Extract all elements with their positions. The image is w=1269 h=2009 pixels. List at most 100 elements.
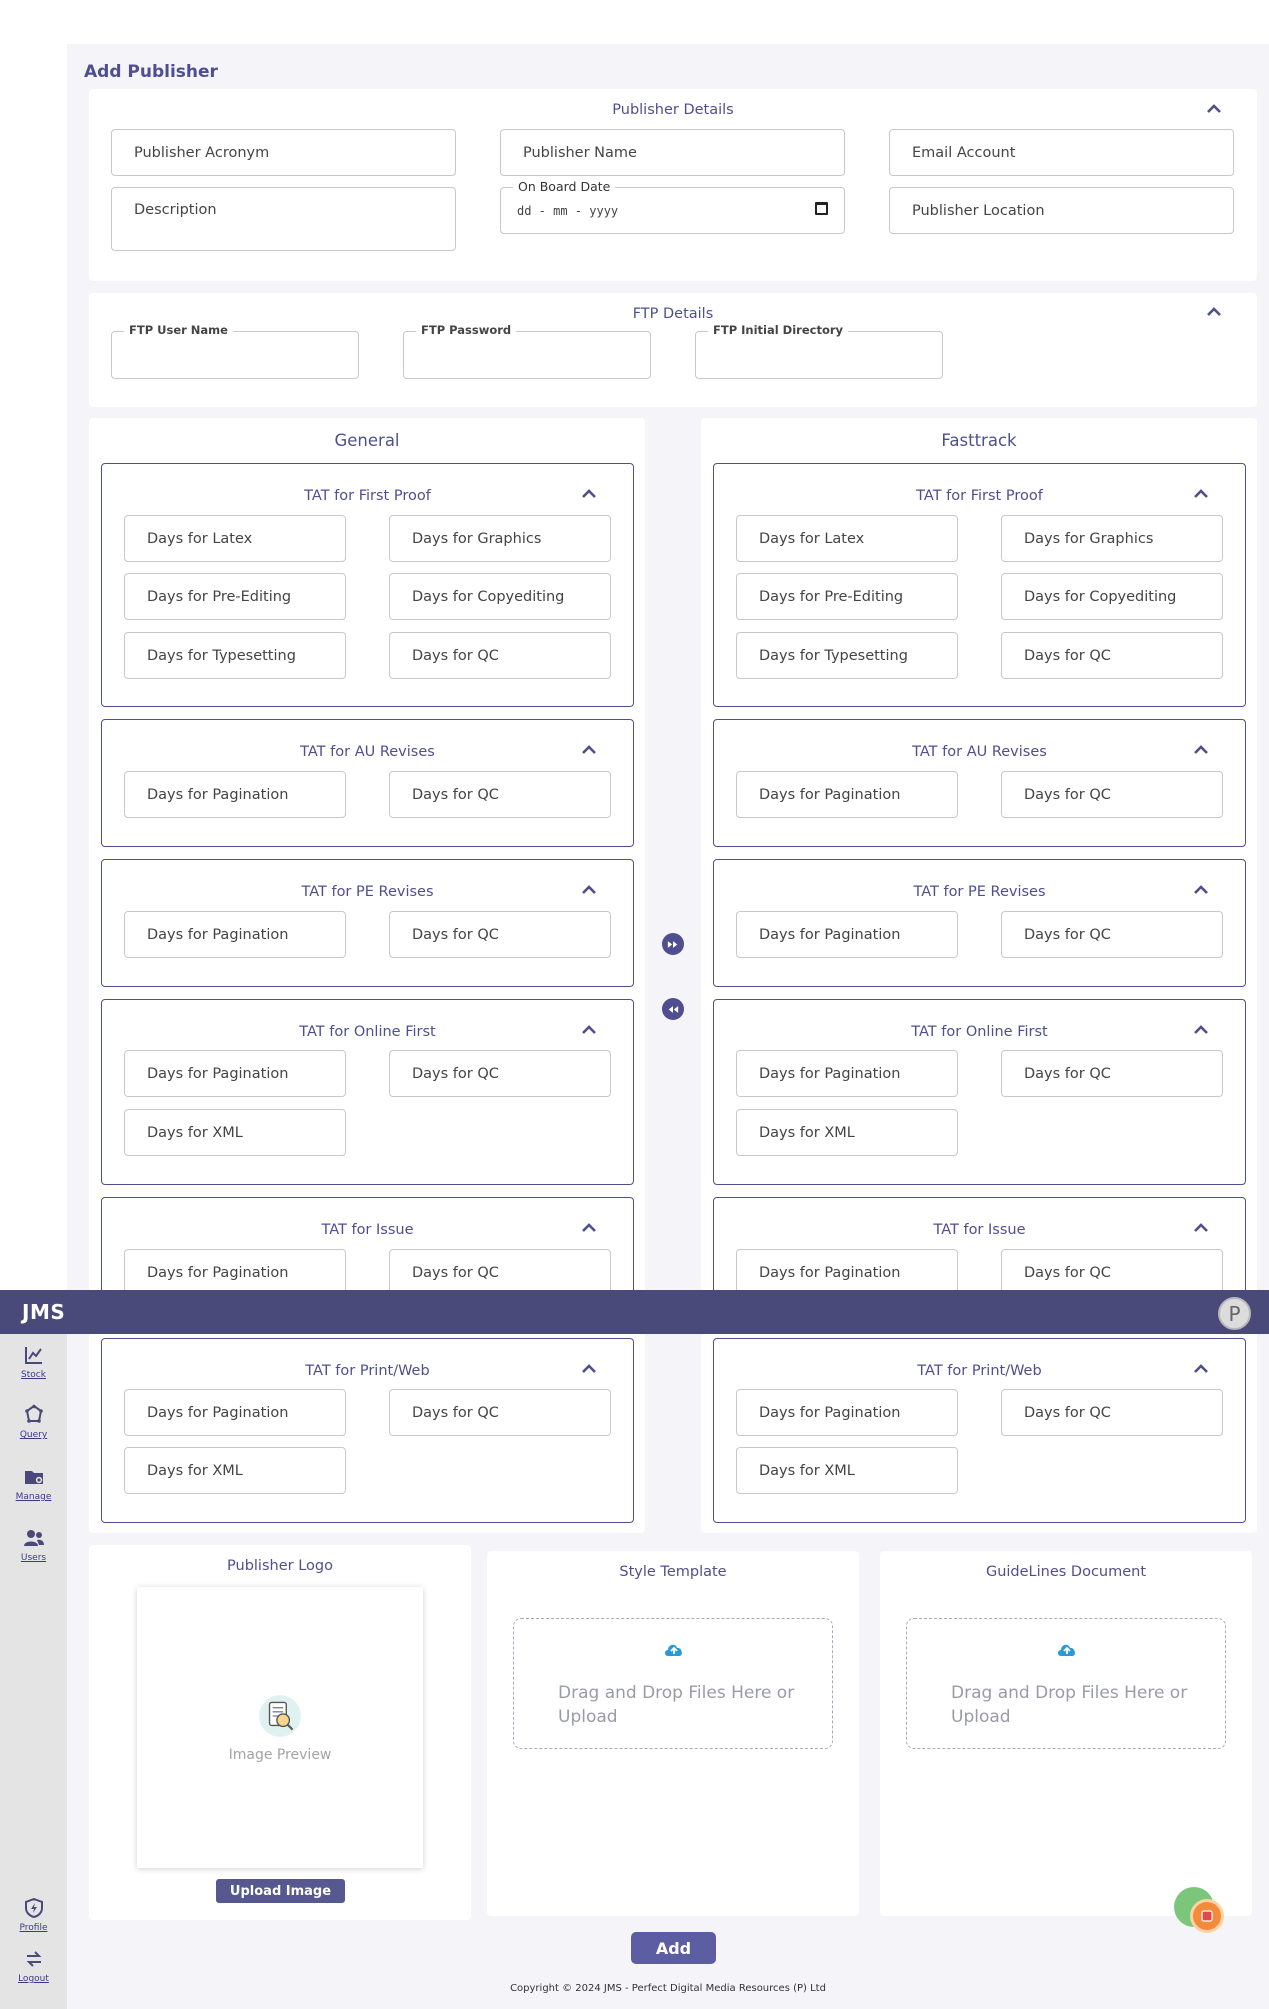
email-account-input[interactable]: Email Account <box>889 129 1234 176</box>
publisher-acronym-placeholder: Publisher Acronym <box>134 144 270 161</box>
calendar-icon[interactable] <box>815 202 828 215</box>
publisher-location-input[interactable]: Publisher Location <box>889 187 1234 234</box>
collapse-chevron-icon[interactable] <box>577 1219 601 1237</box>
days-qc-input[interactable]: Days for QC <box>389 1389 611 1436</box>
image-preview-area[interactable]: Image Preview <box>137 1587 423 1868</box>
field-placeholder: Days for Pagination <box>147 926 289 943</box>
sidebar-item-query[interactable]: Query <box>0 1404 67 1440</box>
sidebar-item-label: Stock <box>21 1370 46 1380</box>
style-template-dropzone[interactable]: Drag and Drop Files Here or Upload <box>513 1618 833 1749</box>
field-placeholder: Days for XML <box>147 1124 243 1141</box>
fasttrack-first-proof-panel: TAT for First Proof Days for Latex Days … <box>713 463 1246 707</box>
days-pagination-input[interactable]: Days for Pagination <box>736 1050 958 1097</box>
days-qc-input[interactable]: Days for QC <box>1001 911 1223 958</box>
field-placeholder: Days for Pre-Editing <box>759 588 904 605</box>
collapse-chevron-icon[interactable] <box>1202 303 1226 321</box>
collapse-chevron-icon[interactable] <box>577 1360 601 1378</box>
add-button[interactable]: Add <box>631 1932 716 1964</box>
sidebar-item-profile[interactable]: Profile <box>0 1897 67 1933</box>
description-textarea[interactable]: Description <box>111 187 456 251</box>
publisher-name-input[interactable]: Publisher Name <box>500 129 845 176</box>
ftp-password-input[interactable]: FTP Password <box>403 323 651 379</box>
field-placeholder: Days for QC <box>412 1264 499 1281</box>
days-qc-input[interactable]: Days for QC <box>1001 632 1223 679</box>
ftp-directory-input[interactable]: FTP Initial Directory <box>695 323 943 379</box>
fasttrack-au-revises-panel: TAT for AU Revises Days for Pagination D… <box>713 719 1246 847</box>
publisher-details-card: Publisher Details Publisher Acronym Publ… <box>89 89 1257 281</box>
onboard-date-input[interactable]: On Board Date dd - mm - yyyy <box>500 179 845 234</box>
guidelines-dropzone[interactable]: Drag and Drop Files Here or Upload <box>906 1618 1226 1749</box>
collapse-chevron-icon[interactable] <box>577 1021 601 1039</box>
days-qc-input[interactable]: Days for QC <box>389 1050 611 1097</box>
field-placeholder: Days for Pre-Editing <box>147 588 292 605</box>
sidebar-item-manage[interactable]: Manage <box>0 1466 67 1502</box>
copy-to-general-button[interactable] <box>662 998 684 1020</box>
days-pagination-input[interactable]: Days for Pagination <box>736 911 958 958</box>
days-pagination-input[interactable]: Days for Pagination <box>736 1249 958 1296</box>
days-qc-input[interactable]: Days for QC <box>1001 771 1223 818</box>
days-qc-input[interactable]: Days for QC <box>1001 1050 1223 1097</box>
panel-title: TAT for AU Revises <box>912 744 1047 760</box>
days-pagination-input[interactable]: Days for Pagination <box>124 1050 346 1097</box>
sidebar-item-stock[interactable]: Stock <box>0 1344 67 1380</box>
field-placeholder: Days for Pagination <box>759 1404 901 1421</box>
days-pagination-input[interactable]: Days for Pagination <box>124 1249 346 1296</box>
copy-to-fasttrack-button[interactable] <box>662 933 684 955</box>
days-typesetting-input[interactable]: Days for Typesetting <box>124 632 346 679</box>
days-copyediting-input[interactable]: Days for Copyediting <box>1001 573 1223 620</box>
upload-image-button[interactable]: Upload Image <box>216 1879 345 1903</box>
days-qc-input[interactable]: Days for QC <box>389 632 611 679</box>
publisher-acronym-input[interactable]: Publisher Acronym <box>111 129 456 176</box>
sidebar-item-label: Manage <box>15 1492 52 1502</box>
sidebar-item-users[interactable]: Users <box>0 1527 67 1563</box>
field-placeholder: Days for Copyediting <box>1024 588 1177 605</box>
collapse-chevron-icon[interactable] <box>1189 741 1213 759</box>
avatar[interactable]: P <box>1218 1297 1251 1330</box>
collapse-chevron-icon[interactable] <box>577 881 601 899</box>
field-placeholder: Days for QC <box>1024 1065 1111 1082</box>
fast-forward-icon <box>667 940 678 948</box>
collapse-chevron-icon[interactable] <box>577 741 601 759</box>
days-qc-input[interactable]: Days for QC <box>1001 1249 1223 1296</box>
days-latex-input[interactable]: Days for Latex <box>736 515 958 562</box>
days-qc-input[interactable]: Days for QC <box>389 1249 611 1296</box>
collapse-chevron-icon[interactable] <box>1189 1219 1213 1237</box>
days-qc-input[interactable]: Days for QC <box>1001 1389 1223 1436</box>
days-qc-input[interactable]: Days for QC <box>389 911 611 958</box>
image-preview-icon <box>259 1695 301 1737</box>
days-preediting-input[interactable]: Days for Pre-Editing <box>124 573 346 620</box>
days-preediting-input[interactable]: Days for Pre-Editing <box>736 573 958 620</box>
days-xml-input[interactable]: Days for XML <box>736 1447 958 1494</box>
collapse-chevron-icon[interactable] <box>1189 485 1213 503</box>
field-placeholder: Days for Typesetting <box>759 647 908 664</box>
field-placeholder: Days for QC <box>1024 926 1111 943</box>
collapse-chevron-icon[interactable] <box>577 485 601 503</box>
days-pagination-input[interactable]: Days for Pagination <box>124 911 346 958</box>
collapse-chevron-icon[interactable] <box>1189 1021 1213 1039</box>
days-qc-input[interactable]: Days for QC <box>389 771 611 818</box>
days-xml-input[interactable]: Days for XML <box>736 1109 958 1156</box>
field-placeholder: Days for Pagination <box>759 786 901 803</box>
sidebar-item-logout[interactable]: Logout <box>0 1948 67 1984</box>
app-logo[interactable]: JMS <box>22 1300 65 1324</box>
days-typesetting-input[interactable]: Days for Typesetting <box>736 632 958 679</box>
recorder-widget-icon[interactable] <box>1190 1899 1224 1933</box>
days-latex-input[interactable]: Days for Latex <box>124 515 346 562</box>
panel-title: TAT for Print/Web <box>305 1363 430 1379</box>
field-placeholder: Days for QC <box>1024 786 1111 803</box>
publisher-details-title: Publisher Details <box>612 102 734 118</box>
field-placeholder: Days for XML <box>759 1124 855 1141</box>
collapse-chevron-icon[interactable] <box>1189 1360 1213 1378</box>
ftp-username-input[interactable]: FTP User Name <box>111 323 359 379</box>
collapse-chevron-icon[interactable] <box>1189 881 1213 899</box>
collapse-chevron-icon[interactable] <box>1202 100 1226 118</box>
days-copyediting-input[interactable]: Days for Copyediting <box>389 573 611 620</box>
days-pagination-input[interactable]: Days for Pagination <box>736 771 958 818</box>
days-graphics-input[interactable]: Days for Graphics <box>1001 515 1223 562</box>
days-graphics-input[interactable]: Days for Graphics <box>389 515 611 562</box>
days-pagination-input[interactable]: Days for Pagination <box>736 1389 958 1436</box>
days-pagination-input[interactable]: Days for Pagination <box>124 771 346 818</box>
days-xml-input[interactable]: Days for XML <box>124 1447 346 1494</box>
days-xml-input[interactable]: Days for XML <box>124 1109 346 1156</box>
days-pagination-input[interactable]: Days for Pagination <box>124 1389 346 1436</box>
